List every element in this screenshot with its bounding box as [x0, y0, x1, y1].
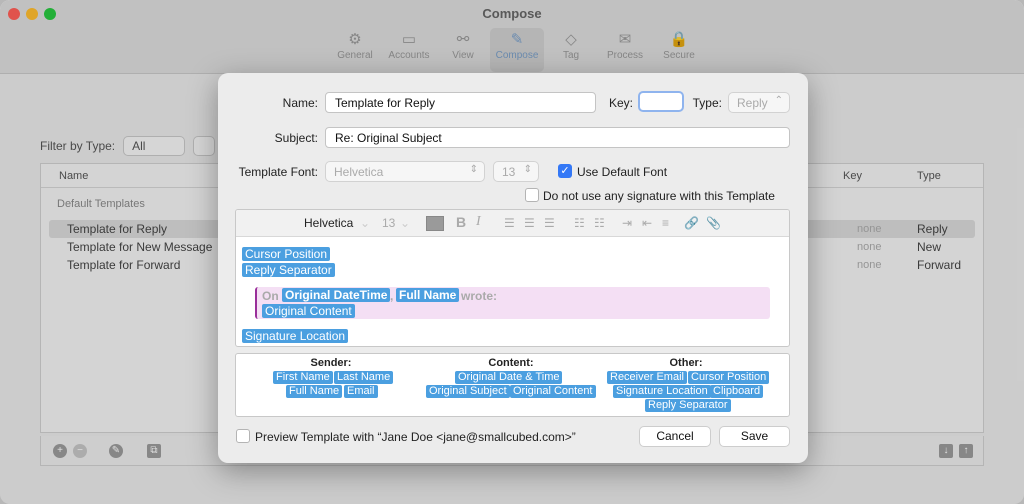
variable-original-date-time[interactable]: Original Date & Time: [455, 371, 563, 384]
subject-input[interactable]: [325, 127, 790, 148]
bold-icon[interactable]: B: [456, 214, 466, 230]
name-label: Name:: [282, 96, 318, 110]
outdent-icon[interactable]: ⇤: [642, 216, 652, 230]
font-select[interactable]: Helvetica ⇕: [325, 161, 485, 182]
original-datetime-token[interactable]: Original DateTime: [282, 288, 391, 302]
full-name-token[interactable]: Full Name: [396, 288, 460, 302]
variable-signature-location[interactable]: Signature Location: [613, 385, 711, 398]
variable-first-name[interactable]: First Name: [273, 371, 333, 384]
cursor-position-token[interactable]: Cursor Position: [242, 247, 331, 261]
cancel-button[interactable]: Cancel: [639, 426, 711, 447]
quote-comma-text: ,: [390, 289, 394, 303]
no-signature-checkbox[interactable]: [525, 188, 539, 202]
editor-toolbar: Helvetica ⌄ 13 ⌄ B I ☰ ☰ ☰ ☷ ☷ ⇥ ⇤ ≡ 🔗 📎: [236, 210, 789, 237]
preview-template-checkbox[interactable]: [236, 429, 250, 443]
chevron-down-icon: ⌄: [400, 216, 411, 230]
variable-email[interactable]: Email: [344, 385, 378, 398]
bullet-list-icon[interactable]: ☷: [574, 216, 585, 230]
attachment-icon[interactable]: 📎: [706, 216, 721, 230]
quote-wrote-text: wrote:: [461, 289, 497, 303]
signature-location-token[interactable]: Signature Location: [242, 329, 349, 343]
preview-template-label: Preview Template with “Jane Doe <jane@sm…: [255, 430, 576, 444]
align-right-icon[interactable]: ☰: [544, 216, 555, 230]
font-size-select[interactable]: 13 ⇕: [493, 161, 539, 182]
font-size-value: 13: [502, 165, 516, 179]
original-content-token[interactable]: Original Content: [262, 304, 355, 318]
variable-cursor-position[interactable]: Cursor Position: [688, 371, 770, 384]
italic-icon[interactable]: I: [476, 214, 481, 230]
updown-chevron-icon: ⇕: [523, 164, 532, 175]
type-label: Type:: [692, 96, 722, 110]
template-font-label: Template Font:: [238, 165, 318, 179]
updown-chevron-icon: ⌃: [774, 95, 783, 106]
quoted-reply-block: On Original DateTime , Full Name wrote: …: [255, 287, 770, 319]
key-label: Key:: [608, 96, 633, 110]
quote-on-text: On: [262, 289, 279, 303]
template-body-editor[interactable]: Helvetica ⌄ 13 ⌄ B I ☰ ☰ ☰ ☷ ☷ ⇥ ⇤ ≡ 🔗 📎…: [235, 209, 790, 347]
variables-panel: Sender: First Name Last Name Full Name E…: [235, 353, 790, 417]
align-left-icon[interactable]: ☰: [504, 216, 515, 230]
use-default-font-checkbox[interactable]: ✓: [558, 164, 572, 178]
subject-label: Subject:: [274, 131, 318, 145]
use-default-font-label: Use Default Font: [577, 165, 668, 179]
type-select-value: Reply: [737, 96, 768, 110]
content-heading: Content:: [488, 357, 534, 369]
variable-original-subject[interactable]: Original Subject: [426, 385, 510, 398]
sender-heading: Sender:: [310, 357, 352, 369]
variable-full-name[interactable]: Full Name: [286, 385, 343, 398]
chevron-down-icon: ⌄: [360, 216, 371, 230]
font-select-value: Helvetica: [334, 165, 384, 179]
save-button[interactable]: Save: [719, 426, 790, 447]
indent-icon[interactable]: ⇥: [622, 216, 632, 230]
editor-font-select[interactable]: Helvetica: [304, 216, 353, 230]
variable-last-name[interactable]: Last Name: [334, 371, 394, 384]
link-icon[interactable]: 🔗: [684, 216, 699, 230]
template-editor-dialog: Name: Key: Type: Reply ⌃ Subject: Templa…: [218, 73, 808, 463]
reply-separator-token[interactable]: Reply Separator: [242, 263, 335, 277]
updown-chevron-icon: ⇕: [469, 164, 478, 175]
text-color-swatch[interactable]: [426, 216, 444, 231]
no-signature-label: Do not use any signature with this Templ…: [543, 189, 775, 203]
name-input[interactable]: [325, 92, 596, 113]
editor-size-select[interactable]: 13: [382, 216, 395, 230]
quote-level-icon[interactable]: ≡: [662, 216, 669, 230]
other-heading: Other:: [669, 357, 703, 369]
variable-clipboard[interactable]: Clipboard: [710, 385, 764, 398]
align-center-icon[interactable]: ☰: [524, 216, 535, 230]
key-input[interactable]: [638, 91, 684, 112]
variable-reply-separator[interactable]: Reply Separator: [645, 399, 731, 412]
numbered-list-icon[interactable]: ☷: [594, 216, 605, 230]
variable-receiver-email[interactable]: Receiver Email: [607, 371, 687, 384]
variable-original-content[interactable]: Original Content: [510, 385, 596, 398]
type-select[interactable]: Reply ⌃: [728, 92, 790, 113]
